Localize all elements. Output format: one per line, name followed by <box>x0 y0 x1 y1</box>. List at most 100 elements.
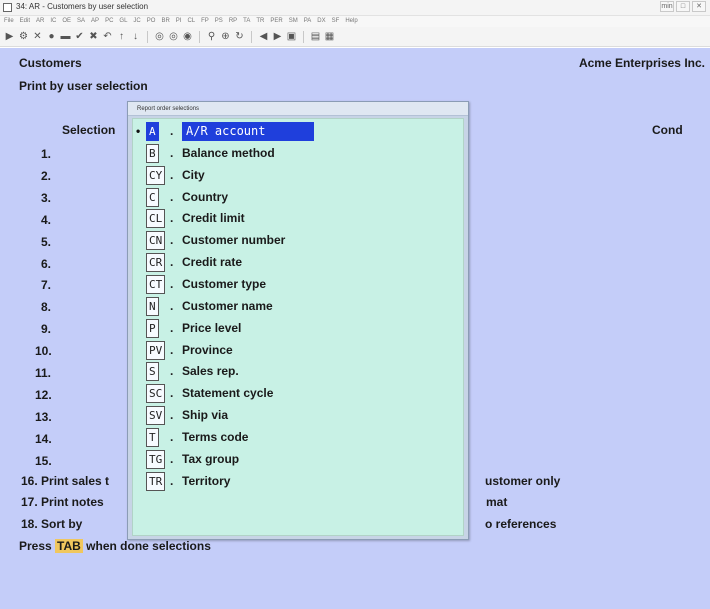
tab-prompt-suffix: when done selections <box>86 539 211 553</box>
menu-item-pc[interactable]: PC <box>105 16 113 27</box>
menu-item-tr[interactable]: TR <box>256 16 264 27</box>
toolbar-divider <box>251 30 252 43</box>
selection-option[interactable]: T. Terms code <box>133 427 465 449</box>
menu-item-edit[interactable]: Edit <box>20 16 30 27</box>
option-code-field[interactable]: SV <box>146 406 166 426</box>
cancel-icon[interactable]: ✕ <box>32 31 43 42</box>
selection-option[interactable]: S. Sales rep. <box>133 361 465 383</box>
menu-item-jc[interactable]: JC <box>133 16 140 27</box>
selection-option[interactable]: • A. A/R account <box>133 121 465 143</box>
circle-icon[interactable]: ◎ <box>154 31 165 42</box>
selection-option[interactable]: CT. Customer type <box>133 274 465 296</box>
selection-line-number: 9. <box>41 322 52 337</box>
settings-icon[interactable]: ⚙ <box>18 31 29 42</box>
popup-title: Report order selections <box>128 102 468 116</box>
option-label: Customer number <box>182 233 286 248</box>
option-code-field[interactable]: TG <box>146 449 166 469</box>
option-code-field[interactable]: CR <box>146 253 166 273</box>
option-code-field[interactable]: N <box>146 296 159 316</box>
option-code-field[interactable]: CT <box>146 274 166 294</box>
menu-item-sf[interactable]: SF <box>332 16 340 27</box>
refresh-icon[interactable]: ↻ <box>234 31 245 42</box>
tab-key-badge[interactable]: TAB <box>55 539 83 553</box>
selection-option[interactable]: C. Country <box>133 187 465 209</box>
menu-item-ic[interactable]: IC <box>50 16 56 27</box>
selection-option[interactable]: TG. Tax group <box>133 449 465 471</box>
launch-icon[interactable]: ▶ <box>4 31 15 42</box>
option-separator: . <box>170 451 174 466</box>
selection-line-number: 15. <box>35 453 52 468</box>
menu-item-dx[interactable]: DX <box>317 16 325 27</box>
menu-item-ta[interactable]: TA <box>243 16 250 27</box>
menu-item-oe[interactable]: OE <box>62 16 71 27</box>
selection-option[interactable]: CL. Credit limit <box>133 208 465 230</box>
selection-option[interactable]: CN. Customer number <box>133 230 465 252</box>
menu-item-cl[interactable]: CL <box>187 16 195 27</box>
option-code-field[interactable]: CN <box>146 231 166 251</box>
selection-line-number: 4. <box>41 212 52 227</box>
lock-icon[interactable]: ▣ <box>286 31 297 42</box>
menu-item-pi[interactable]: PI <box>176 16 182 27</box>
option-code-field[interactable]: S <box>146 362 159 382</box>
menu-item-ap[interactable]: AP <box>91 16 99 27</box>
exit-icon[interactable]: ✖ <box>88 31 99 42</box>
option-label: Tax group <box>182 451 240 466</box>
close-button[interactable]: ✕ <box>692 1 706 12</box>
option-code-field[interactable]: CL <box>146 209 166 229</box>
selection-line-number: 10. <box>35 344 52 359</box>
selection-option[interactable]: TR. Territory <box>133 471 465 493</box>
selection-option[interactable]: CY. City <box>133 165 465 187</box>
selection-option[interactable]: SC. Statement cycle <box>133 383 465 405</box>
option-code-field[interactable]: TR <box>146 471 166 491</box>
menu-item-per[interactable]: PER <box>270 16 282 27</box>
option-code-field[interactable]: T <box>146 427 159 447</box>
delete-icon[interactable]: ▬ <box>60 31 71 42</box>
menu-item-fp[interactable]: FP <box>201 16 209 27</box>
option-label: Sales rep. <box>182 364 239 379</box>
circle-icon[interactable]: ◎ <box>168 31 179 42</box>
menu-item-help[interactable]: Help <box>345 16 357 27</box>
zoom-icon[interactable]: ⊕ <box>220 31 231 42</box>
option-code-field[interactable]: CY <box>146 165 166 185</box>
circle-icon[interactable]: ◉ <box>182 31 193 42</box>
menu-item-sm[interactable]: SM <box>289 16 298 27</box>
selection-option[interactable]: N. Customer name <box>133 296 465 318</box>
menu-item-gl[interactable]: GL <box>119 16 127 27</box>
selection-option[interactable]: B. Balance method <box>133 143 465 165</box>
option-code-field[interactable]: SC <box>146 384 166 404</box>
option-code-field[interactable]: C <box>146 187 159 207</box>
next-icon[interactable]: ▶ <box>272 31 283 42</box>
selection-option[interactable]: P. Price level <box>133 318 465 340</box>
menu-item-br[interactable]: BR <box>161 16 169 27</box>
option-code-field[interactable]: P <box>146 318 159 338</box>
menu-item-po[interactable]: PO <box>147 16 156 27</box>
print-icon[interactable]: ▤ <box>310 31 321 42</box>
option-18-label: 18. Sort by <box>21 517 83 531</box>
down-arrow-icon[interactable]: ↓ <box>130 31 141 42</box>
minimize-button[interactable]: min <box>660 1 674 12</box>
selection-option[interactable]: CR. Credit rate <box>133 252 465 274</box>
option-code-field[interactable]: PV <box>146 340 166 360</box>
window-title: 34: AR - Customers by user selection <box>16 2 149 11</box>
up-arrow-icon[interactable]: ↑ <box>116 31 127 42</box>
undo-icon[interactable]: ↶ <box>102 31 113 42</box>
maximize-button[interactable]: □ <box>676 1 690 12</box>
selection-option[interactable]: PV. Province <box>133 340 465 362</box>
menu-item-ar[interactable]: AR <box>36 16 44 27</box>
previous-icon[interactable]: ◀ <box>258 31 269 42</box>
selection-option[interactable]: SV. Ship via <box>133 405 465 427</box>
option-label: Balance method <box>182 145 275 160</box>
menu-item-sa[interactable]: SA <box>77 16 85 27</box>
selection-line-number: 5. <box>41 234 52 249</box>
option-label: Credit limit <box>182 211 245 226</box>
help-icon[interactable]: ● <box>46 31 57 42</box>
menu-item-file[interactable]: File <box>4 16 14 27</box>
menu-item-pa[interactable]: PA <box>304 16 312 27</box>
option-code-field[interactable]: B <box>146 143 159 163</box>
check-icon[interactable]: ✔ <box>74 31 85 42</box>
option-code-field[interactable]: A <box>146 122 159 141</box>
calculator-icon[interactable]: ▦ <box>324 31 335 42</box>
menu-item-rp[interactable]: RP <box>229 16 237 27</box>
menu-item-ps[interactable]: PS <box>215 16 223 27</box>
find-icon[interactable]: ⚲ <box>206 31 217 42</box>
